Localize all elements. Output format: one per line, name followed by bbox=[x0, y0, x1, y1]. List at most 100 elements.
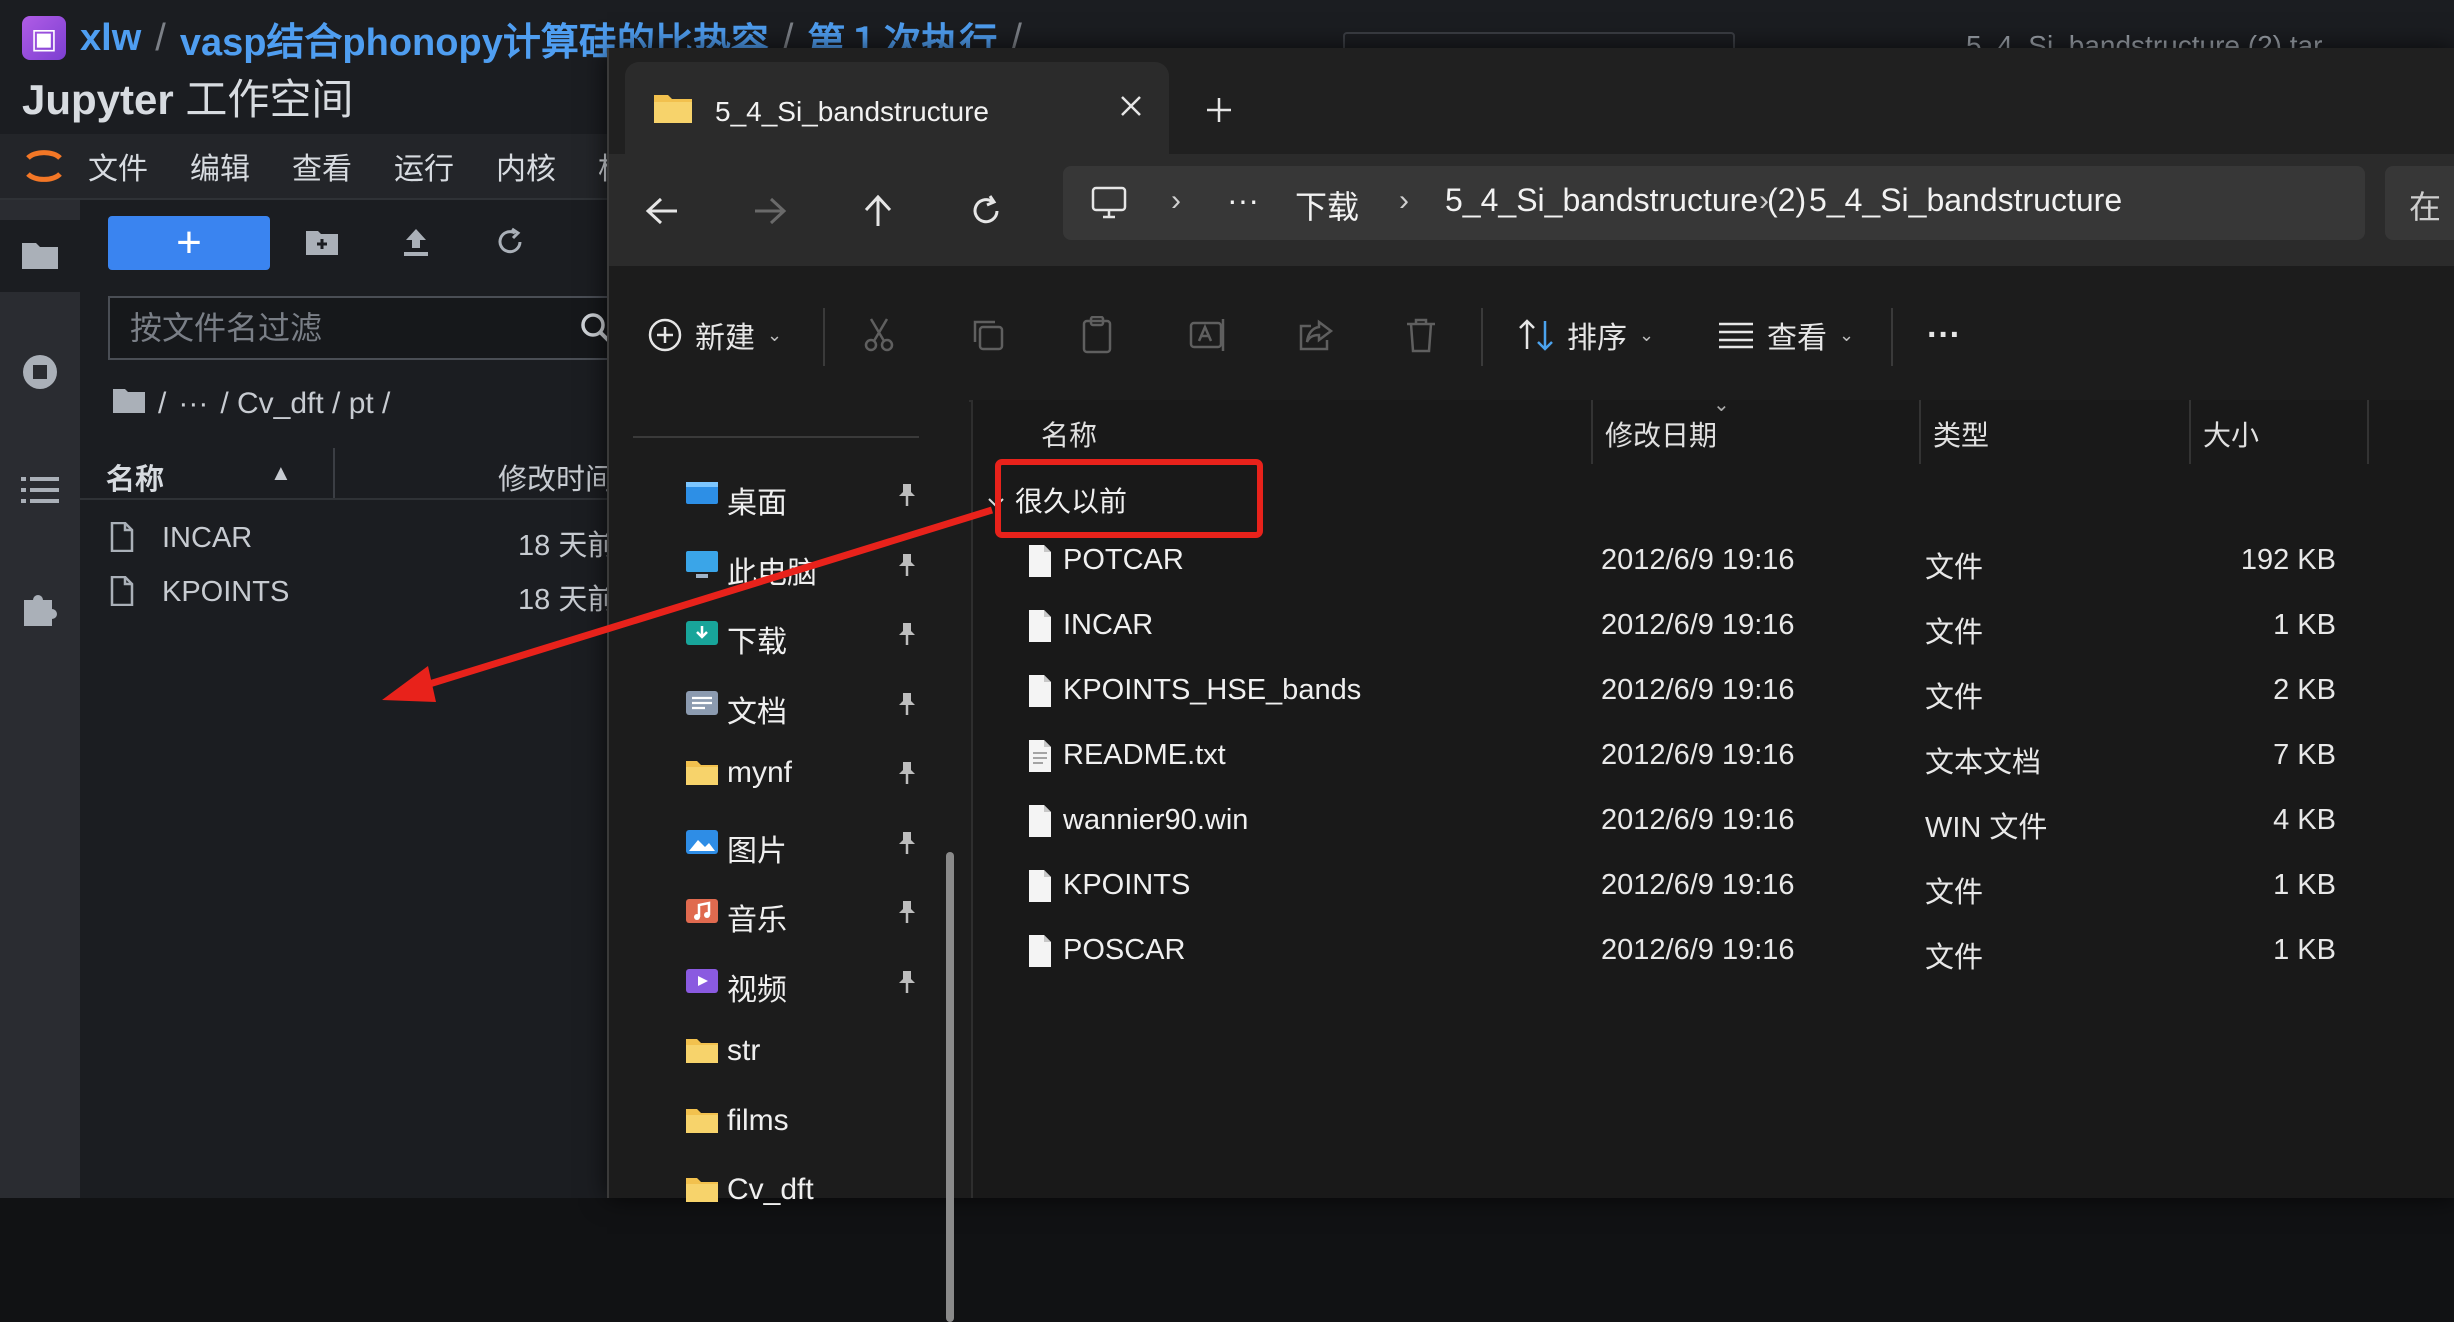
menu-edit[interactable]: 编辑 bbox=[190, 144, 250, 188]
file-date: 2012/6/9 19:16 bbox=[1601, 674, 1795, 706]
file-type: 文本文档 bbox=[1925, 747, 2042, 779]
column-name[interactable]: 名称 bbox=[106, 456, 164, 498]
workspace-title: Jupyter 工作空间 bbox=[22, 76, 354, 123]
nav-item[interactable]: 桌面 bbox=[609, 460, 949, 530]
up-button[interactable] bbox=[851, 184, 905, 238]
menu-kernel[interactable]: 内核 bbox=[496, 144, 556, 188]
new-folder-button[interactable] bbox=[300, 222, 344, 266]
new-launcher-button[interactable]: + bbox=[108, 216, 270, 270]
nav-item[interactable]: Cv_dft bbox=[609, 1155, 949, 1225]
running-sessions-tab[interactable] bbox=[0, 338, 80, 410]
share-button[interactable] bbox=[1297, 310, 1335, 360]
column-divider[interactable] bbox=[1919, 400, 1921, 464]
pin-icon[interactable] bbox=[895, 621, 919, 647]
file-row[interactable]: POSCAR 2012/6/9 19:16 文件 1 KB bbox=[973, 918, 2454, 982]
pin-icon[interactable] bbox=[895, 691, 919, 717]
address-segment-downloads[interactable]: 下载 bbox=[1295, 182, 1359, 228]
column-modified[interactable]: 修改时间 bbox=[498, 456, 614, 498]
nav-item[interactable]: str bbox=[609, 1016, 949, 1086]
column-modified[interactable]: 修改日期 bbox=[1605, 414, 1717, 454]
file-size: 1 KB bbox=[2273, 934, 2336, 966]
file-row[interactable]: README.txt 2012/6/9 19:16 文本文档 7 KB bbox=[973, 723, 2454, 787]
file-row[interactable]: KPOINTS 2012/6/9 19:16 文件 1 KB bbox=[973, 853, 2454, 917]
computer-icon bbox=[1089, 184, 1129, 222]
column-divider[interactable] bbox=[2367, 400, 2369, 464]
nav-item[interactable]: 图片 bbox=[609, 808, 949, 878]
pin-icon[interactable] bbox=[895, 552, 919, 578]
upload-button[interactable] bbox=[394, 222, 438, 266]
more-options-button[interactable]: ··· bbox=[1927, 310, 1961, 360]
column-divider[interactable] bbox=[1591, 400, 1593, 464]
nav-scrollbar[interactable] bbox=[946, 852, 954, 1322]
delete-button[interactable] bbox=[1405, 310, 1437, 360]
new-item-label: 新建 bbox=[695, 322, 755, 355]
breadcrumb-user[interactable]: xlw bbox=[80, 17, 141, 60]
nav-item[interactable]: 音乐 bbox=[609, 877, 949, 947]
group-header[interactable]: 很久以前 bbox=[987, 480, 1127, 520]
paste-button[interactable] bbox=[1081, 310, 1113, 360]
file-row[interactable]: POTCAR 2012/6/9 19:16 文件 192 KB bbox=[973, 528, 2454, 592]
file-type: 文件 bbox=[1925, 552, 1984, 584]
rename-button[interactable] bbox=[1189, 310, 1229, 360]
address-segment-current[interactable]: 5_4_Si_bandstructure bbox=[1809, 182, 2122, 219]
address-chevron[interactable]: › bbox=[1171, 184, 1181, 218]
cut-button[interactable] bbox=[861, 310, 897, 360]
address-segment-parent[interactable]: 5_4_Si_bandstructure (2) bbox=[1445, 182, 1806, 219]
column-divider[interactable] bbox=[333, 448, 335, 498]
view-button[interactable]: 查看 ⌄ bbox=[1717, 310, 1854, 360]
file-modified: 18 天前 bbox=[518, 530, 617, 562]
copy-button[interactable] bbox=[971, 310, 1005, 360]
path-rest[interactable]: / Cv_dft / pt / bbox=[220, 387, 390, 421]
folder-icon bbox=[685, 758, 719, 788]
nav-item[interactable]: 视频 bbox=[609, 947, 949, 1017]
file-row[interactable]: KPOINTS_HSE_bands 2012/6/9 19:16 文件 2 KB bbox=[973, 658, 2454, 722]
sort-button[interactable]: 排序 ⌄ bbox=[1517, 310, 1654, 360]
extensions-tab[interactable] bbox=[0, 574, 80, 646]
nav-item[interactable]: films bbox=[609, 1086, 949, 1156]
path-root[interactable]: / bbox=[158, 387, 166, 421]
address-bar[interactable]: › ··· 下载 › 5_4_Si_bandstructure (2) › 5_… bbox=[1063, 166, 2365, 240]
nav-item[interactable]: mynf bbox=[609, 738, 949, 808]
nav-item[interactable]: 此电脑 bbox=[609, 530, 949, 600]
close-tab-button[interactable] bbox=[1111, 86, 1151, 126]
refresh-button[interactable] bbox=[959, 184, 1013, 238]
home-folder-icon[interactable] bbox=[112, 386, 146, 422]
forward-button[interactable] bbox=[743, 184, 797, 238]
file-icon bbox=[1027, 544, 1053, 578]
file-row[interactable]: wannier90.win 2012/6/9 19:16 WIN 文件 4 KB bbox=[973, 788, 2454, 852]
path-ellipsis[interactable]: ··· bbox=[178, 387, 208, 421]
computer-icon bbox=[685, 550, 719, 580]
file-filter-input[interactable] bbox=[110, 298, 572, 358]
nav-item[interactable]: 下载 bbox=[609, 599, 949, 669]
menu-run[interactable]: 运行 bbox=[394, 144, 454, 188]
address-chevron[interactable]: › bbox=[1759, 184, 1769, 218]
pin-icon[interactable] bbox=[895, 760, 919, 786]
menu-view[interactable]: 查看 bbox=[292, 144, 352, 188]
file-row[interactable]: INCAR 2012/6/9 19:16 文件 1 KB bbox=[973, 593, 2454, 657]
close-icon bbox=[1121, 96, 1141, 116]
pin-icon[interactable] bbox=[895, 899, 919, 925]
new-item-button[interactable]: 新建 ⌄ bbox=[647, 310, 782, 360]
nav-item-label: 文档 bbox=[727, 695, 787, 729]
column-name[interactable]: 名称 bbox=[1041, 414, 1097, 454]
file-browser-tab[interactable] bbox=[0, 220, 80, 292]
tab-current-folder[interactable]: 5_4_Si_bandstructure bbox=[625, 62, 1169, 154]
pin-icon[interactable] bbox=[895, 969, 919, 995]
menu-file[interactable]: 文件 bbox=[88, 144, 148, 188]
refresh-button[interactable] bbox=[488, 222, 532, 266]
search-box[interactable]: 在 bbox=[2385, 166, 2454, 240]
column-size[interactable]: 大小 bbox=[2203, 414, 2259, 454]
nav-item[interactable]: 文档 bbox=[609, 669, 949, 739]
pin-icon[interactable] bbox=[895, 830, 919, 856]
address-ellipsis[interactable]: ··· bbox=[1227, 182, 1259, 219]
column-divider[interactable] bbox=[2189, 400, 2191, 464]
sort-icon bbox=[1519, 319, 1553, 351]
address-chevron[interactable]: › bbox=[1399, 184, 1409, 218]
pin-icon[interactable] bbox=[895, 482, 919, 508]
table-of-contents-tab[interactable] bbox=[0, 456, 80, 528]
new-tab-button[interactable] bbox=[1195, 86, 1243, 134]
group-label: 很久以前 bbox=[1015, 486, 1128, 517]
column-type[interactable]: 类型 bbox=[1933, 414, 1989, 454]
file-size: 192 KB bbox=[2240, 544, 2336, 576]
back-button[interactable] bbox=[635, 184, 689, 238]
